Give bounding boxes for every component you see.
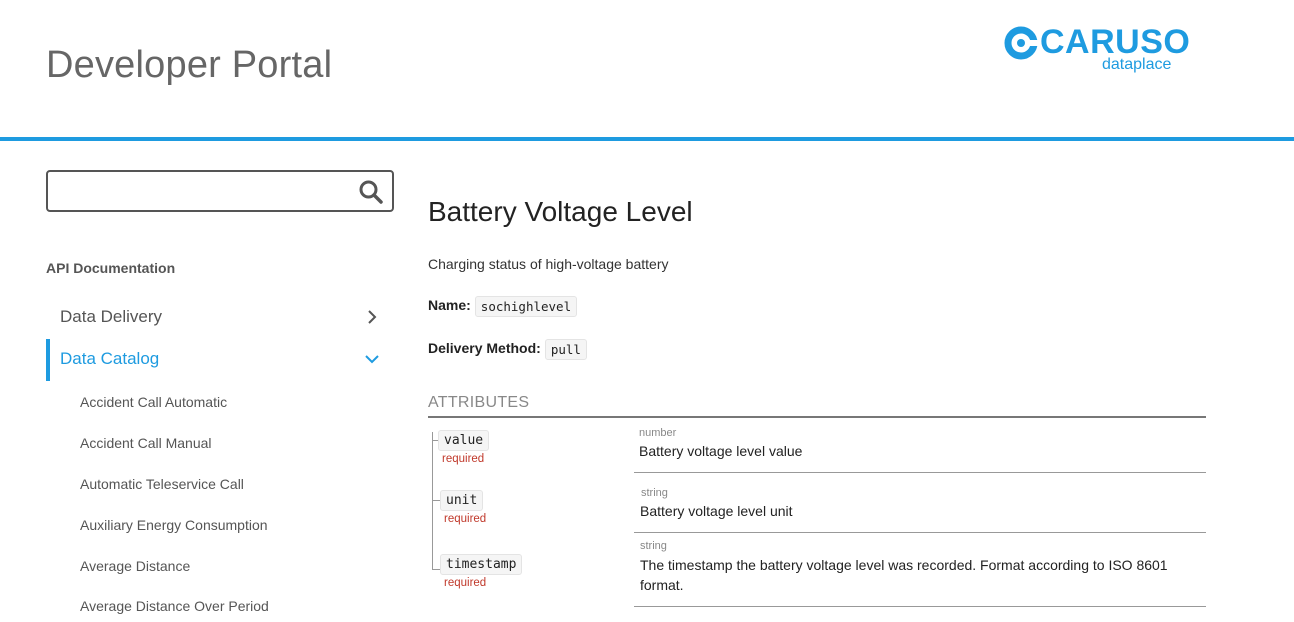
delivery-method-label: Delivery Method: [428, 340, 541, 357]
attribute-name-value: value [438, 430, 490, 451]
attribute-name-unit: unit [440, 490, 484, 511]
delivery-method-row: Delivery Method: pull [428, 339, 587, 360]
catalog-item-accident-call-manual[interactable]: Accident Call Manual [80, 435, 212, 451]
attribute-description: The timestamp the battery voltage level … [640, 557, 1168, 593]
attribute-description: Battery voltage level unit [640, 503, 793, 519]
sidebar-item-data-catalog[interactable]: Data Catalog [46, 339, 386, 381]
caruso-logo-mark-icon [1004, 26, 1038, 60]
search-icon[interactable] [358, 179, 384, 205]
catalog-item-auxiliary-energy-consumption[interactable]: Auxiliary Energy Consumption [80, 517, 268, 533]
catalog-item-average-distance-over-period[interactable]: Average Distance Over Period [80, 598, 269, 614]
page-title: Battery Voltage Level [428, 196, 693, 227]
tree-connector [432, 500, 440, 501]
row-divider [634, 472, 1206, 473]
sidebar-heading: API Documentation [46, 260, 176, 276]
page-header: Developer Portal CARUSO dataplace [0, 0, 1294, 138]
attributes-heading: ATTRIBUTES [428, 394, 530, 411]
attribute-type: string [641, 487, 668, 499]
attribute-name-timestamp: timestamp [440, 554, 523, 575]
row-divider [634, 532, 1206, 533]
chevron-right-icon [368, 310, 377, 324]
attribute-type: number [639, 427, 677, 439]
name-row: Name: sochighlevel [428, 296, 578, 317]
portal-title: Developer Portal [46, 44, 333, 86]
catalog-item-average-distance[interactable]: Average Distance [80, 558, 190, 574]
catalog-item-automatic-teleservice-call[interactable]: Automatic Teleservice Call [80, 476, 244, 492]
sidebar-item-data-delivery[interactable]: Data Delivery [46, 297, 386, 337]
active-indicator [46, 339, 50, 381]
tree-connector [432, 432, 433, 570]
search-box[interactable] [46, 170, 394, 212]
sidebar-item-label: Data Delivery [60, 307, 163, 326]
required-badge: required [444, 577, 487, 589]
caruso-logo[interactable]: CARUSO dataplace [1004, 23, 1194, 80]
attributes-divider [428, 416, 1206, 418]
search-input[interactable] [54, 178, 348, 204]
header-divider [0, 137, 1294, 141]
chevron-down-icon [365, 355, 379, 364]
name-value: sochighlevel [474, 296, 578, 317]
required-badge: required [442, 453, 485, 465]
required-badge: required [444, 513, 487, 525]
sidebar-item-label: Data Catalog [60, 349, 160, 368]
attribute-type: string [640, 540, 667, 552]
row-divider [634, 606, 1206, 607]
catalog-item-accident-call-automatic[interactable]: Accident Call Automatic [80, 394, 227, 410]
logo-subtitle: dataplace [1102, 56, 1172, 73]
tree-connector [432, 569, 440, 570]
page-description: Charging status of high-voltage battery [428, 256, 669, 272]
name-label: Name: [428, 297, 471, 314]
attribute-description: Battery voltage level value [639, 443, 803, 459]
delivery-method-value: pull [544, 339, 587, 360]
